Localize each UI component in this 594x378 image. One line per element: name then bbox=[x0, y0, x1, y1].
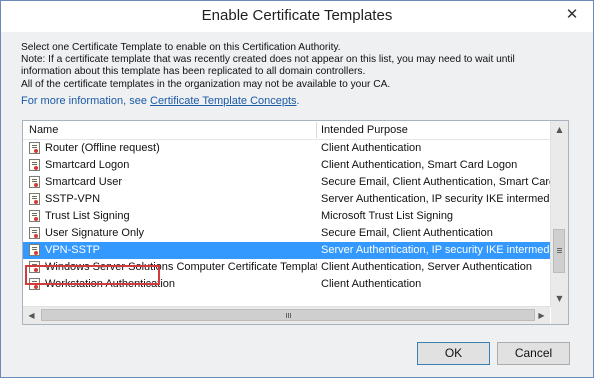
scroll-down-icon[interactable]: ▼ bbox=[551, 290, 568, 307]
column-header-intended-purpose[interactable]: Intended Purpose bbox=[321, 121, 408, 139]
template-name: SSTP-VPN bbox=[45, 193, 101, 205]
intended-purpose: Server Authentication, IP security IKE i… bbox=[321, 193, 550, 205]
template-name: Smartcard User bbox=[45, 176, 123, 188]
vertical-scrollbar[interactable]: ▲ ▼ bbox=[550, 121, 568, 307]
red-highlight-annotation bbox=[25, 265, 160, 285]
certificate-template-icon bbox=[29, 193, 40, 205]
list-item[interactable]: User Signature Only Secure Email, Client… bbox=[23, 225, 550, 242]
intended-purpose: Client Authentication, Server Authentica… bbox=[321, 261, 532, 273]
intended-purpose: Microsoft Trust List Signing bbox=[321, 210, 454, 222]
column-divider[interactable] bbox=[316, 122, 317, 138]
description-line: Select one Certificate Template to enabl… bbox=[21, 42, 341, 53]
horizontal-scroll-thumb[interactable] bbox=[41, 309, 535, 321]
certificate-template-icon bbox=[29, 210, 40, 222]
column-header-name[interactable]: Name bbox=[29, 121, 58, 139]
description-line: All of the certificate templates in the … bbox=[21, 78, 391, 90]
more-info-prefix: For more information, see bbox=[21, 95, 150, 107]
more-info-suffix: . bbox=[296, 95, 300, 107]
template-name: Router (Offline request) bbox=[45, 142, 160, 154]
grip-icon bbox=[557, 248, 562, 249]
list-item[interactable]: Trust List Signing Microsoft Trust List … bbox=[23, 208, 550, 225]
vertical-scroll-thumb[interactable] bbox=[553, 229, 565, 273]
more-info-text: For more information, see Certificate Te… bbox=[21, 95, 300, 107]
intended-purpose: Server Authentication, IP security IKE i… bbox=[321, 244, 550, 256]
template-name: Trust List Signing bbox=[45, 210, 130, 222]
description-line: information about this template has been… bbox=[21, 66, 366, 78]
list-header: Name Intended Purpose bbox=[23, 121, 550, 140]
list-item[interactable]: Smartcard User Secure Email, Client Auth… bbox=[23, 174, 550, 191]
intended-purpose: Client Authentication, Smart Card Logon bbox=[321, 159, 518, 171]
template-name: Smartcard Logon bbox=[45, 159, 130, 171]
certificate-template-icon bbox=[29, 244, 40, 256]
dialog-window: Enable Certificate Templates ✕ Select on… bbox=[0, 0, 594, 378]
certificate-template-icon bbox=[29, 159, 40, 171]
description-line: Note: If a certificate template that was… bbox=[21, 54, 515, 66]
list-item[interactable]: Smartcard Logon Client Authentication, S… bbox=[23, 157, 550, 174]
dialog-content: Select one Certificate Template to enabl… bbox=[1, 32, 593, 377]
cancel-button[interactable]: Cancel bbox=[497, 342, 570, 365]
certificate-template-icon bbox=[29, 227, 40, 239]
intended-purpose: Secure Email, Client Authentication, Sma… bbox=[321, 176, 550, 188]
close-button[interactable]: ✕ bbox=[561, 5, 583, 25]
template-name: User Signature Only bbox=[45, 227, 145, 239]
certificate-template-icon bbox=[29, 142, 40, 154]
list-item-selected[interactable]: VPN-SSTP Server Authentication, IP secur… bbox=[23, 242, 550, 259]
list-item[interactable]: SSTP-VPN Server Authentication, IP secur… bbox=[23, 191, 550, 208]
horizontal-scrollbar[interactable]: ◀ ▶ bbox=[23, 306, 550, 324]
template-name: VPN-SSTP bbox=[45, 244, 101, 256]
grip-icon bbox=[286, 313, 287, 318]
list-item[interactable]: Router (Offline request) Client Authenti… bbox=[23, 140, 550, 157]
intended-purpose: Client Authentication bbox=[321, 278, 422, 290]
intended-purpose: Client Authentication bbox=[321, 142, 422, 154]
certificate-template-list[interactable]: Name Intended Purpose Router (Offline re… bbox=[22, 120, 569, 325]
scroll-up-icon[interactable]: ▲ bbox=[551, 121, 568, 138]
title-bar: Enable Certificate Templates ✕ bbox=[1, 1, 593, 32]
scroll-left-icon[interactable]: ◀ bbox=[23, 307, 40, 324]
certificate-template-icon bbox=[29, 176, 40, 188]
dialog-title: Enable Certificate Templates bbox=[201, 7, 393, 24]
certificate-template-concepts-link[interactable]: Certificate Template Concepts bbox=[150, 95, 297, 107]
ok-button[interactable]: OK bbox=[417, 342, 490, 365]
description-text: Select one Certificate Template to enabl… bbox=[21, 42, 515, 91]
scroll-right-icon[interactable]: ▶ bbox=[533, 307, 550, 324]
intended-purpose: Secure Email, Client Authentication bbox=[321, 227, 493, 239]
scrollbar-corner bbox=[551, 307, 568, 324]
